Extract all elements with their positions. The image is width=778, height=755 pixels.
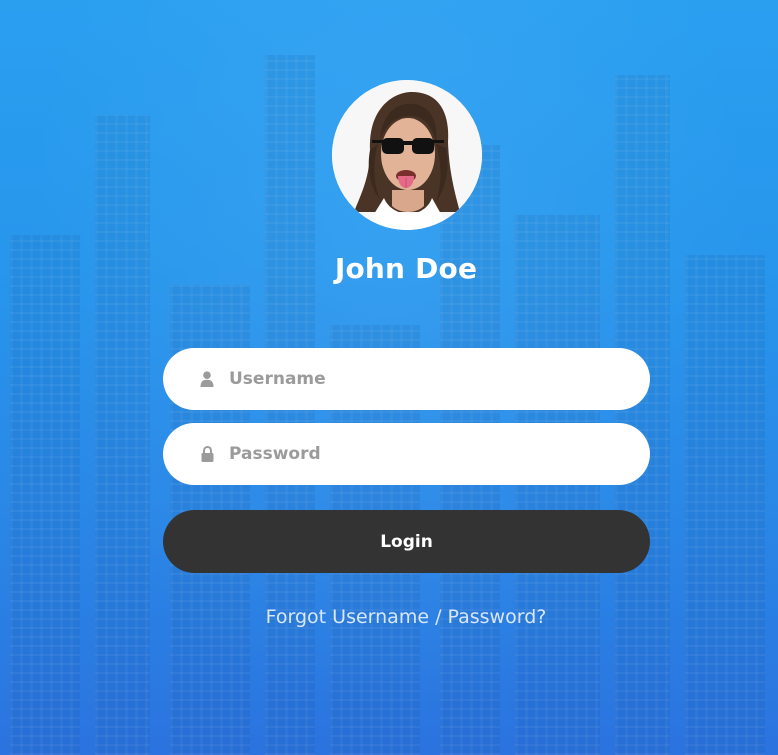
lock-icon: [199, 445, 215, 463]
password-input[interactable]: [229, 423, 626, 485]
username-field[interactable]: [163, 348, 650, 410]
password-field[interactable]: [163, 423, 650, 485]
avatar: [332, 80, 482, 230]
username-input[interactable]: [229, 348, 626, 410]
forgot-credentials-link[interactable]: Forgot Username / Password?: [0, 606, 778, 628]
user-name: John Doe: [334, 252, 478, 285]
login-button[interactable]: Login: [163, 510, 650, 573]
user-avatar-photo: [332, 80, 482, 230]
user-icon: [199, 370, 215, 388]
